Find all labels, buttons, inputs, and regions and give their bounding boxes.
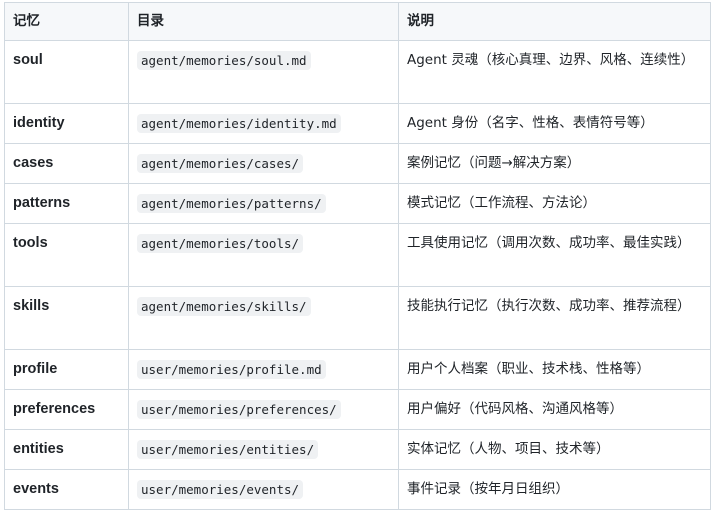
memory-path: agent/memories/skills/ [137, 297, 311, 316]
memory-description: 模式记忆（工作流程、方法论） [398, 183, 711, 224]
table-row: profile user/memories/profile.md 用户个人档案（… [4, 349, 711, 390]
memory-path: user/memories/preferences/ [137, 399, 341, 419]
memory-path: agent/memories/soul.md [137, 51, 311, 70]
table-header: 记忆 目录 说明 [4, 2, 711, 41]
memory-path-cell: agent/memories/skills/ [128, 286, 399, 350]
table-row: preferences user/memories/preferences/ 用… [4, 389, 711, 430]
memory-table: 记忆 目录 说明 soul agent/memories/soul.md Age… [4, 2, 711, 510]
memory-path-cell: agent/memories/patterns/ [128, 183, 399, 224]
memory-path: agent/memories/identity.md [137, 113, 341, 133]
memory-path: agent/memories/cases/ [137, 153, 304, 173]
memory-description: 工具使用记忆（调用次数、成功率、最佳实践） [398, 223, 711, 287]
memory-path-cell: user/memories/entities/ [128, 429, 399, 470]
table-row: entities user/memories/entities/ 实体记忆（人物… [4, 429, 711, 470]
memory-path: user/memories/profile.md [137, 359, 326, 379]
memory-table-container: 记忆 目录 说明 soul agent/memories/soul.md Age… [0, 0, 715, 510]
memory-key: soul [4, 40, 129, 104]
memory-path: agent/memories/tools/ [137, 234, 304, 253]
header-memory: 记忆 [4, 2, 129, 41]
table-row: tools agent/memories/tools/ 工具使用记忆（调用次数、… [4, 223, 711, 287]
memory-path-cell: agent/memories/cases/ [128, 143, 399, 184]
table-row: skills agent/memories/skills/ 技能执行记忆（执行次… [4, 286, 711, 350]
table-row: cases agent/memories/cases/ 案例记忆（问题→解决方案… [4, 143, 711, 184]
memory-path: user/memories/entities/ [137, 439, 319, 459]
memory-path-cell: user/memories/preferences/ [128, 389, 399, 430]
memory-description: 事件记录（按年月日组织） [398, 469, 711, 510]
memory-path-cell: user/memories/profile.md [128, 349, 399, 390]
header-row: 记忆 目录 说明 [4, 2, 711, 41]
header-directory: 目录 [128, 2, 399, 41]
table-row: soul agent/memories/soul.md Agent 灵魂（核心真… [4, 40, 711, 104]
memory-key: profile [4, 349, 129, 390]
table-row: identity agent/memories/identity.md Agen… [4, 103, 711, 144]
memory-description: 技能执行记忆（执行次数、成功率、推荐流程） [398, 286, 711, 350]
memory-key: entities [4, 429, 129, 470]
header-description: 说明 [398, 2, 711, 41]
memory-key: patterns [4, 183, 129, 224]
memory-key: preferences [4, 389, 129, 430]
memory-path-cell: user/memories/events/ [128, 469, 399, 510]
memory-path: agent/memories/patterns/ [137, 193, 326, 213]
memory-key: skills [4, 286, 129, 350]
memory-key: identity [4, 103, 129, 144]
table-row: patterns agent/memories/patterns/ 模式记忆（工… [4, 183, 711, 224]
memory-description: Agent 身份（名字、性格、表情符号等） [398, 103, 711, 144]
memory-path-cell: agent/memories/identity.md [128, 103, 399, 144]
memory-key: tools [4, 223, 129, 287]
memory-key: events [4, 469, 129, 510]
table-body: soul agent/memories/soul.md Agent 灵魂（核心真… [4, 40, 711, 510]
memory-path-cell: agent/memories/tools/ [128, 223, 399, 287]
memory-description: 实体记忆（人物、项目、技术等） [398, 429, 711, 470]
memory-path-cell: agent/memories/soul.md [128, 40, 399, 104]
memory-description: 案例记忆（问题→解决方案） [398, 143, 711, 184]
memory-key: cases [4, 143, 129, 184]
memory-description: 用户偏好（代码风格、沟通风格等） [398, 389, 711, 430]
memory-description: 用户个人档案（职业、技术栈、性格等） [398, 349, 711, 390]
memory-path: user/memories/events/ [137, 479, 304, 499]
table-row: events user/memories/events/ 事件记录（按年月日组织… [4, 469, 711, 510]
memory-description: Agent 灵魂（核心真理、边界、风格、连续性） [398, 40, 711, 104]
